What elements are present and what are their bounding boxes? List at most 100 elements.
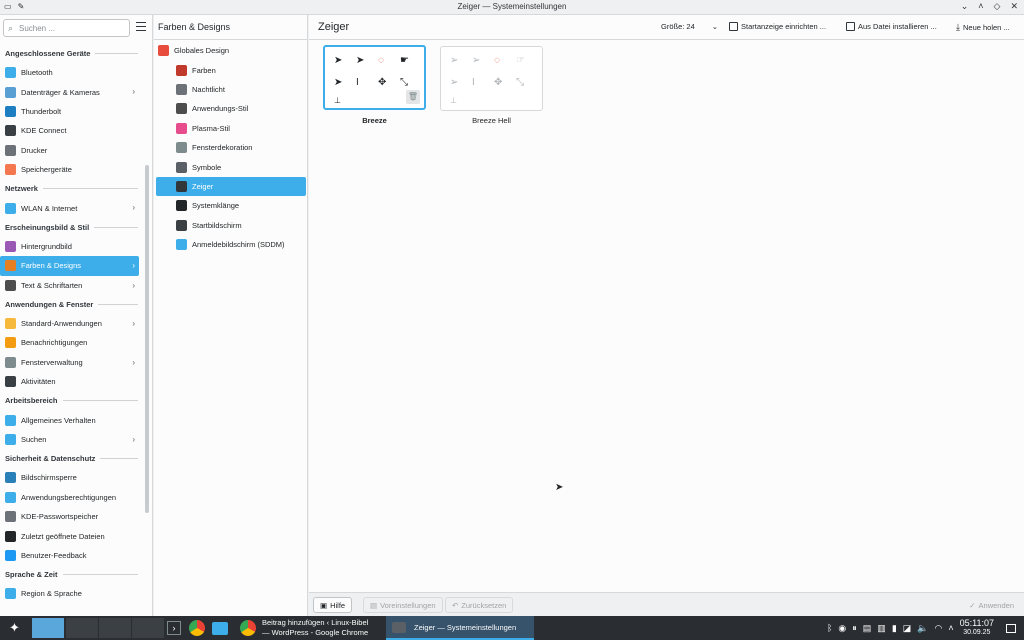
install-from-file-button[interactable]: Aus Datei installieren ... (846, 22, 937, 31)
sidebar-scrollbar[interactable] (145, 165, 149, 513)
sidebar-item[interactable]: KDE Connect (0, 121, 139, 140)
tray-network-icon[interactable]: ◠ (935, 623, 943, 634)
subcategory-item[interactable]: Anwendungs-Stil (156, 99, 306, 118)
sidebar-item[interactable]: Benachrichtigungen (0, 333, 139, 352)
delete-theme-icon[interactable]: 🗑 (406, 90, 420, 104)
sidebar-item-label: Hintergrundbild (21, 241, 72, 251)
install-label: Aus Datei installieren ... (858, 22, 937, 31)
virtual-desktop-1[interactable] (32, 618, 64, 638)
chevron-right-icon: › (132, 203, 135, 213)
tray-volume-icon[interactable]: 🔈 (917, 623, 928, 634)
sidebar-item[interactable]: Hintergrundbild (0, 237, 139, 256)
sidebar-item[interactable]: Aktivitäten (0, 372, 139, 391)
sidebar-item[interactable]: Anwendungsberechtigungen (0, 488, 139, 507)
subcategory-item[interactable]: Startbildschirm (156, 216, 306, 235)
subcategory-item[interactable]: Farben (156, 60, 306, 79)
virtual-desktop-4[interactable] (132, 618, 164, 638)
tray-bluetooth-icon[interactable]: ᛒ (827, 623, 832, 633)
sidebar-item[interactable]: Bildschirmsperre (0, 468, 139, 487)
help-button[interactable]: ▣ Hilfe (313, 597, 353, 613)
chrome-launcher-icon[interactable] (189, 616, 205, 640)
apply-button[interactable]: ✓ Anwenden (963, 597, 1020, 613)
subcategory-item[interactable]: Nachtlicht (156, 80, 306, 99)
subcategory-item[interactable]: Symbole (156, 157, 306, 176)
help-cursor-icon: ➢ (450, 77, 459, 88)
sidebar-item[interactable]: Allgemeines Verhalten (0, 410, 139, 429)
sidebar-item[interactable]: Datenträger & Kameras › (0, 82, 139, 101)
sidebar-item[interactable]: Zuletzt geöffnete Dateien (0, 526, 139, 545)
maximize-icon[interactable]: ˄ (978, 1, 983, 12)
tray-expand-icon[interactable]: ˄ (948, 623, 953, 633)
tray-media-icon[interactable]: ⏸ (852, 623, 857, 634)
title-bar: ▭ ✎ Zeiger — Systemeinstellungen ⌄ ˄ ◇ ✕ (0, 0, 1024, 15)
show-desktop-icon[interactable] (1006, 623, 1016, 633)
cursor-preview-light: ➢ ➢ ◌ ☞ ➢ I ✥ ⤡ ⊥ (450, 56, 534, 106)
sidebar-item[interactable]: Thunderbolt (0, 102, 139, 121)
search-field[interactable]: ⌕ (3, 19, 130, 37)
sidebar-item[interactable]: Fensterverwaltung › (0, 353, 139, 372)
system-tray: ᛒ ◉ ⏸ ▤ ▥ ▮ ◪ 🔈 ◠ ˄ 05:11:07 30.09.25 (827, 616, 1024, 640)
subcategory-item[interactable]: Zeiger (156, 176, 306, 197)
chrome-icon (240, 620, 256, 636)
tray-notification-icon[interactable]: ◪ (903, 623, 912, 634)
subcategory-label: Anwendungs-Stil (192, 104, 249, 114)
close-icon[interactable]: ✕ (1010, 1, 1018, 12)
sidebar-item[interactable]: WLAN & Internet › (0, 198, 139, 217)
text-cursor-icon: I (356, 77, 359, 88)
clock[interactable]: 05:11:07 30.09.25 (960, 619, 994, 637)
search-input[interactable] (19, 22, 124, 34)
reset-icon: ↶ (452, 600, 459, 610)
subcategory-item[interactable]: Fensterdekoration (156, 138, 306, 157)
sidebar-section-heading: Netzwerk (0, 179, 142, 198)
sidebar-item[interactable]: Farben & Designs › (0, 256, 139, 276)
tray-battery-icon[interactable]: ▮ (892, 623, 897, 634)
help-cursor-icon: ➤ (334, 77, 343, 88)
keep-above-icon[interactable]: ◇ (994, 1, 1001, 12)
colors-icon (5, 260, 16, 272)
subcategory-label: Startbildschirm (192, 220, 242, 230)
tray-clipboard-icon[interactable]: ▤ (863, 623, 872, 634)
virtual-desktop-2[interactable] (66, 618, 98, 638)
sidebar-item[interactable]: Region & Sprache (0, 584, 139, 603)
subcategory-item[interactable]: Anmeldebildschirm (SDDM) (156, 235, 306, 254)
hamburger-menu-icon[interactable] (136, 22, 146, 31)
get-new-label: Neue holen ... (962, 23, 1010, 32)
minimize-icon[interactable]: ⌄ (961, 1, 969, 12)
section-divider (100, 458, 138, 460)
reset-button[interactable]: ↶ Zurücksetzen (445, 597, 514, 613)
sidebar-item[interactable]: Speichergeräte (0, 160, 139, 179)
search-icon: ⌕ (8, 23, 14, 33)
tray-storage-icon[interactable]: ▥ (877, 623, 886, 634)
subcategory-item[interactable]: Systemklänge (156, 196, 306, 215)
defaults-button[interactable]: ▤ Voreinstellungen (363, 597, 443, 613)
sidebar-item[interactable]: Benutzer-Feedback (0, 546, 139, 565)
task-settings[interactable]: Zeiger — Systemeinstellungen (386, 616, 534, 640)
tray-recording-icon[interactable]: ◉ (838, 623, 846, 634)
sidebar-item-label: Bluetooth (21, 68, 53, 78)
startup-feedback-button[interactable]: Startanzeige einrichten ... (729, 22, 826, 31)
sidebar-item[interactable]: Bluetooth (0, 63, 139, 82)
file-manager-icon[interactable] (212, 616, 228, 640)
subcategory-item[interactable]: Plasma-Stil (156, 119, 306, 138)
sidebar-item-label: Standard-Anwendungen (21, 319, 102, 329)
sidebar-item[interactable]: Standard-Anwendungen › (0, 314, 139, 333)
text-cursor-icon: I (472, 77, 475, 88)
cursor-theme-card-breeze[interactable]: ➤ ➤ ◌ ☛ ➤ I ✥ ⤡ ⊥ 🗑 (323, 45, 426, 110)
get-new-button[interactable]: ⤓ Neue holen ... (956, 22, 1010, 33)
sidebar-item[interactable]: Suchen › (0, 430, 139, 449)
app-launcher-icon[interactable]: ✦ (9, 616, 20, 640)
size-select[interactable]: Größe: 24 ⌄ (661, 22, 718, 31)
task-chrome[interactable]: Beitrag hinzufügen ‹ Linux-Bibel — WordP… (234, 616, 384, 640)
flag-icon (5, 588, 16, 600)
arrow-cursor-icon: ➢ (450, 55, 459, 66)
terminal-icon[interactable]: › (167, 616, 181, 640)
sidebar-item[interactable]: KDE-Passwortspeicher (0, 507, 139, 526)
virtual-desktop-3[interactable] (99, 618, 131, 638)
subcategory-item[interactable]: Globales Design (156, 41, 306, 60)
sound-icon (176, 200, 187, 212)
cursor-theme-card-breeze-hell[interactable]: ➢ ➢ ◌ ☞ ➢ I ✥ ⤡ ⊥ (440, 46, 543, 111)
sidebar-section-heading: Sicherheit & Datenschutz (0, 449, 142, 468)
sidebar-item[interactable]: Text & Schriftarten › (0, 276, 139, 295)
settings-icon (392, 621, 406, 633)
sidebar-item[interactable]: Drucker (0, 141, 139, 160)
